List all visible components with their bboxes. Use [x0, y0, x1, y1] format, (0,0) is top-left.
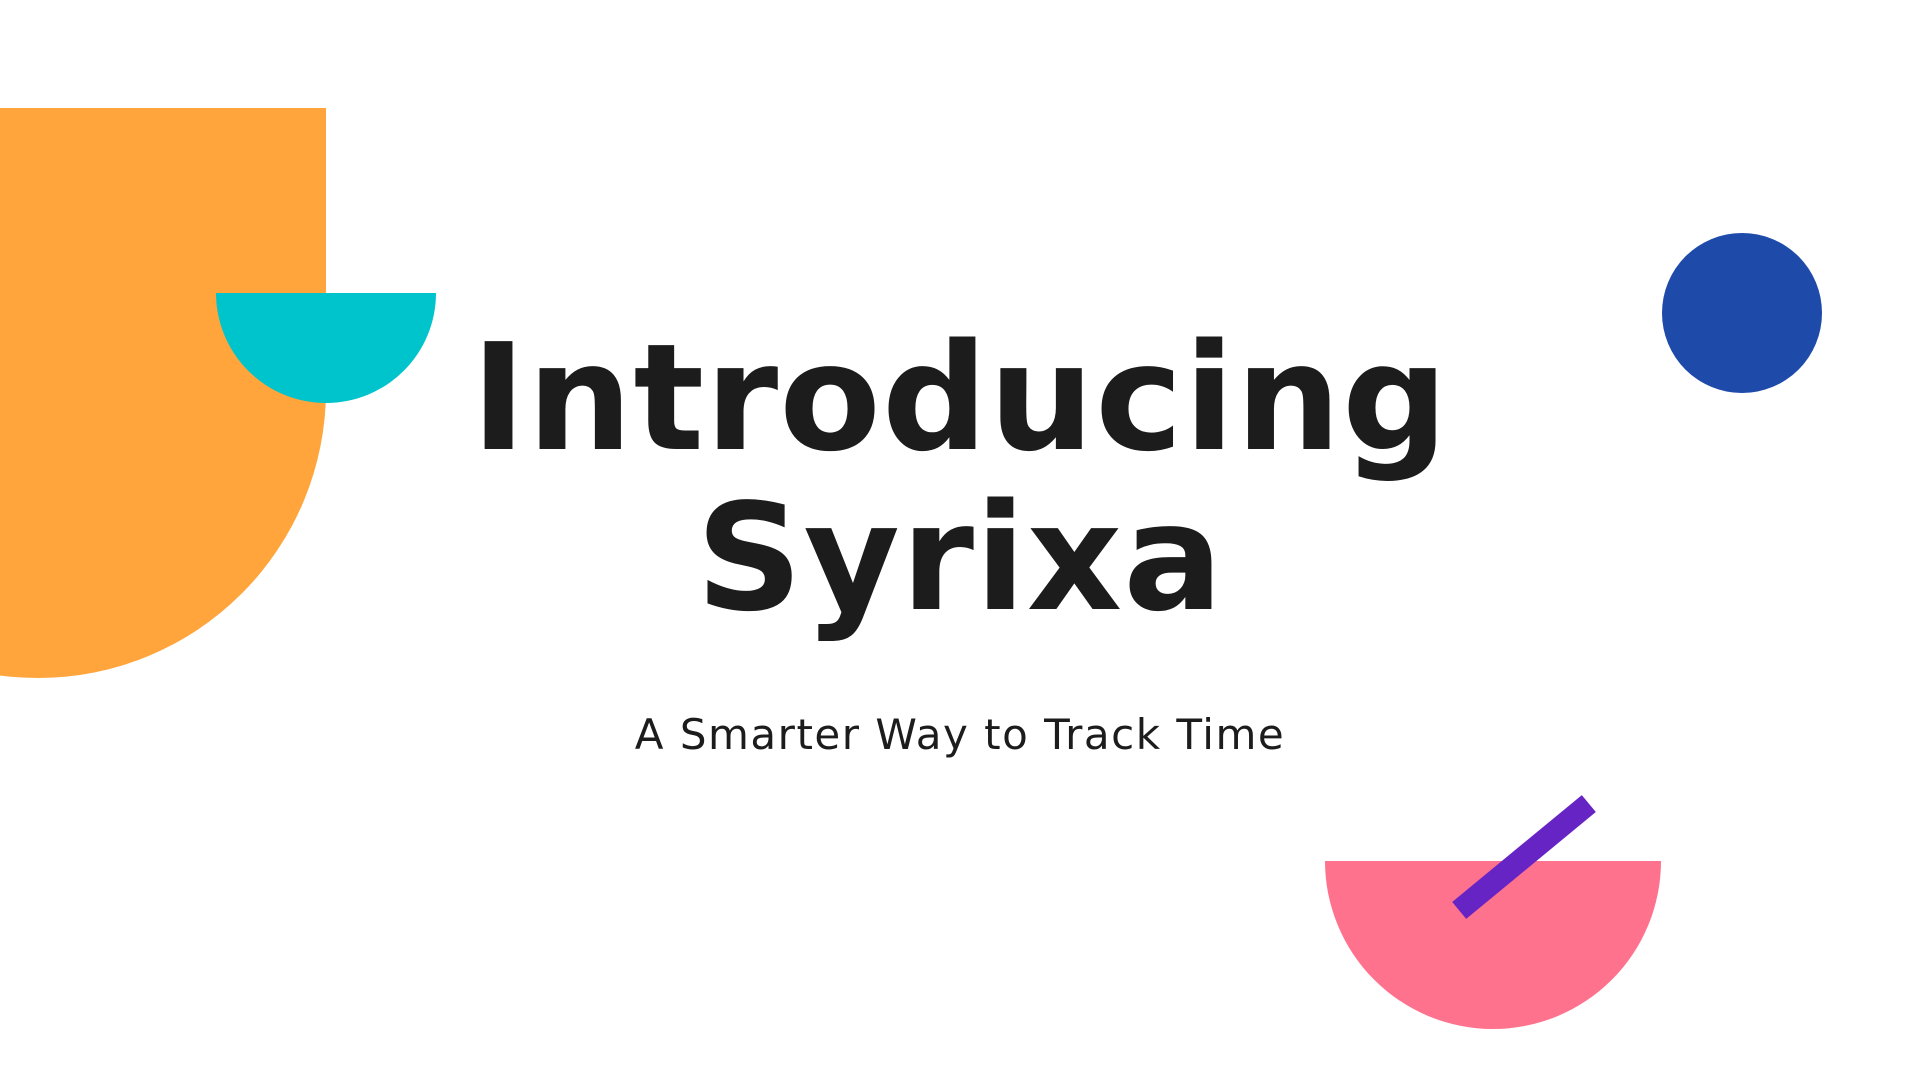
- slide-canvas: Introducing Syrixa A Smarter Way to Trac…: [0, 0, 1920, 1080]
- slide-subtitle: A Smarter Way to Track Time: [634, 710, 1286, 759]
- slide-title-line2: Syrixa: [695, 472, 1225, 644]
- slide-title: Introducing Syrixa: [0, 318, 1920, 638]
- slide-title-line1: Introducing: [471, 312, 1449, 484]
